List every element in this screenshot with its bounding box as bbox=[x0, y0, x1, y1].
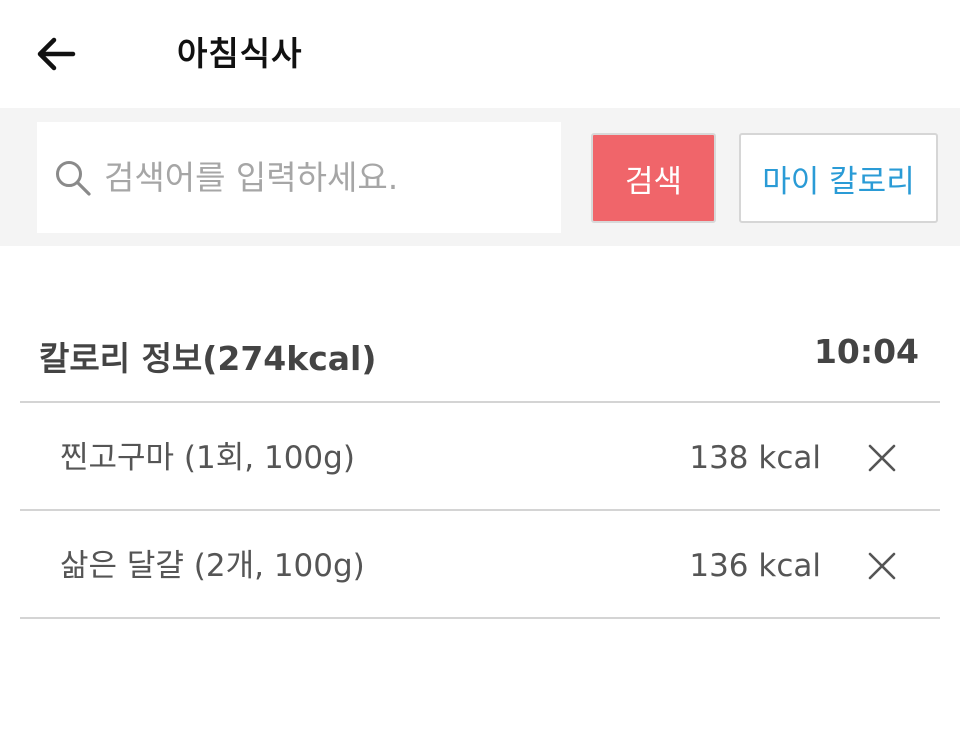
search-icon bbox=[56, 160, 91, 196]
list-item: 삶은 달걀 (2개, 100g) 136 kcal bbox=[20, 513, 940, 619]
delete-item-button[interactable] bbox=[862, 438, 902, 478]
calorie-summary-title: 칼로리 정보(274kcal) bbox=[39, 339, 377, 378]
page-title: 아침식사 bbox=[177, 34, 303, 73]
food-kcal: 136 kcal bbox=[689, 548, 821, 584]
list-item: 찐고구마 (1회, 100g) 138 kcal bbox=[20, 405, 940, 511]
divider bbox=[20, 509, 940, 511]
close-icon bbox=[868, 444, 896, 472]
search-button[interactable]: 검색 bbox=[591, 133, 716, 223]
divider bbox=[20, 401, 940, 403]
food-kcal: 138 kcal bbox=[689, 440, 821, 476]
back-button[interactable] bbox=[30, 30, 82, 78]
header: 아침식사 bbox=[0, 0, 960, 108]
search-input[interactable] bbox=[104, 147, 544, 208]
arrow-left-icon bbox=[37, 37, 76, 71]
food-name: 삶은 달걀 (2개, 100g) bbox=[60, 548, 365, 584]
divider bbox=[20, 617, 940, 619]
search-bar: 검색 마이 칼로리 bbox=[0, 108, 960, 246]
search-box[interactable] bbox=[37, 122, 561, 233]
food-name: 찐고구마 (1회, 100g) bbox=[60, 440, 355, 476]
calorie-summary: 칼로리 정보(274kcal) 10:04 bbox=[20, 310, 940, 400]
my-calorie-button[interactable]: 마이 칼로리 bbox=[739, 133, 938, 223]
delete-item-button[interactable] bbox=[862, 546, 902, 586]
close-icon bbox=[868, 552, 896, 580]
meal-time: 10:04 bbox=[813, 332, 919, 371]
